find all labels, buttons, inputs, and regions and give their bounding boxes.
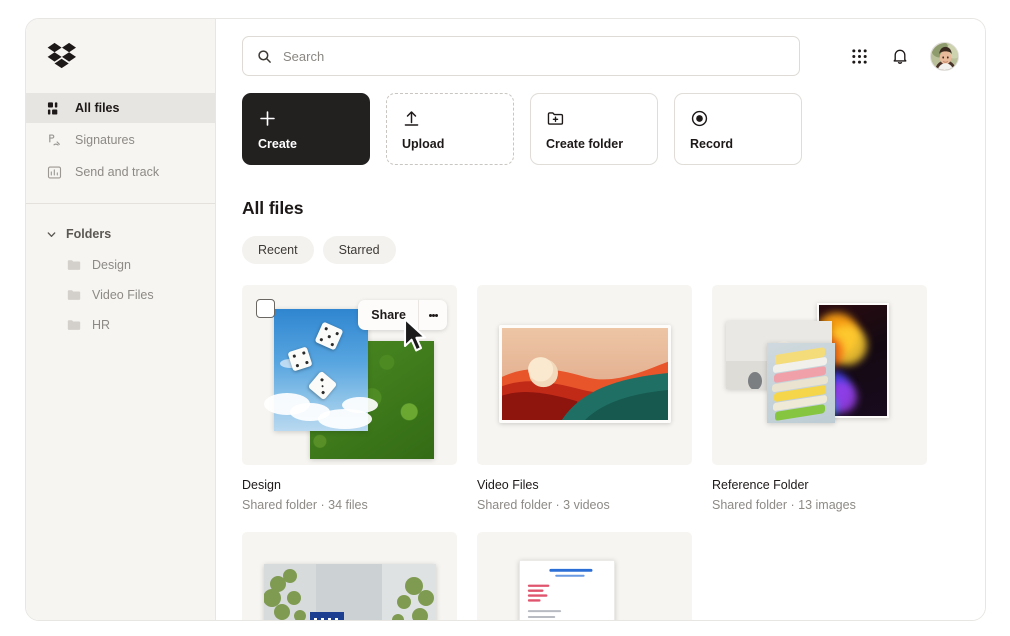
create-folder-button-label: Create folder: [546, 137, 624, 151]
files-grid: Share Design Shared folder · 34 files Vi…: [216, 264, 985, 620]
dropbox-logo-wrap[interactable]: [26, 19, 215, 93]
chevron-down-icon: [47, 231, 56, 237]
folder-card-video-files[interactable]: Video Files Shared folder · 3 videos: [477, 285, 692, 512]
sidebar-folder-hr[interactable]: HR: [26, 310, 215, 340]
search-icon: [258, 49, 271, 63]
avatar[interactable]: [930, 41, 959, 71]
sidebar-item-label: Send and track: [75, 164, 160, 179]
sidebar-divider: [26, 203, 215, 204]
chip-starred[interactable]: Starred: [322, 236, 396, 264]
sidebar-item-label: All files: [75, 100, 120, 115]
thumbnail-image-balcony: [264, 564, 436, 620]
top-bar: [216, 19, 985, 76]
sidebar: All files Signatures Send and track Fold…: [26, 19, 216, 620]
upload-arrow-icon: [402, 107, 498, 129]
card-title: Reference Folder: [712, 478, 809, 492]
dropbox-app-window: All files Signatures Send and track Fold…: [25, 18, 986, 621]
upload-button-label: Upload: [402, 137, 445, 151]
folder-card-design[interactable]: Share Design Shared folder · 34 files: [242, 285, 457, 512]
sidebar-folder-video-files[interactable]: Video Files: [26, 280, 215, 310]
create-button[interactable]: Create: [242, 93, 370, 165]
folder-thumbnail: Share: [242, 285, 457, 465]
thumbnail-image-layered-sandwich: [767, 343, 835, 423]
folder-icon: [67, 320, 81, 330]
all-files-icon: [47, 101, 62, 116]
search-bar[interactable]: [242, 36, 800, 76]
folder-card-row2-2[interactable]: [477, 532, 692, 620]
sidebar-folder-label: Design: [92, 258, 131, 272]
page-title: All files: [242, 198, 304, 218]
sidebar-item-all-files[interactable]: All files: [26, 93, 215, 123]
card-subtitle: Shared folder · 3 videos: [477, 498, 610, 512]
folder-card-reference-folder[interactable]: Reference Folder Shared folder · 13 imag…: [712, 285, 927, 512]
search-input[interactable]: [283, 48, 785, 64]
card-subtitle: Shared folder · 34 files: [242, 498, 368, 512]
main-content: Create Upload: [216, 19, 985, 620]
grid-apps-icon[interactable]: [848, 45, 870, 67]
sidebar-item-label: Signatures: [75, 132, 135, 147]
folder-icon: [67, 260, 81, 270]
filter-chips: Recent Starred: [216, 219, 985, 264]
upload-button[interactable]: Upload: [386, 93, 514, 165]
folder-plus-icon: [546, 107, 642, 129]
sidebar-folder-label: HR: [92, 318, 111, 332]
folder-card-row2-1[interactable]: [242, 532, 457, 620]
signature-icon: [47, 133, 62, 148]
create-folder-button[interactable]: Create folder: [530, 93, 658, 165]
thumbnail-image-document: [519, 560, 615, 620]
top-bar-actions: [848, 41, 963, 71]
sidebar-folder-list: Design Video Files HR: [26, 250, 215, 340]
bell-icon[interactable]: [889, 45, 911, 67]
chip-recent[interactable]: Recent: [242, 236, 314, 264]
kebab-menu-icon[interactable]: [419, 300, 447, 330]
folder-thumbnail: [712, 285, 927, 465]
card-title: Design: [242, 478, 281, 492]
share-menu-pill: Share: [358, 300, 447, 330]
send-and-track-icon: [47, 165, 62, 180]
folder-thumbnail: [242, 532, 457, 620]
card-subtitle: Shared folder · 13 images: [712, 498, 856, 512]
folder-thumbnail: [477, 285, 692, 465]
folders-section-label: Folders: [66, 227, 112, 241]
quick-actions: Create Upload Create folder Record: [216, 76, 985, 165]
thumbnail-image-abstract-landscape: [499, 325, 671, 423]
dropbox-logo-icon: [47, 42, 76, 69]
plus-icon: [258, 107, 354, 129]
sidebar-folder-design[interactable]: Design: [26, 250, 215, 280]
bell-glyph: [893, 49, 907, 64]
folders-section-toggle[interactable]: Folders: [26, 218, 215, 250]
record-dot-icon: [690, 107, 786, 129]
record-button-label: Record: [690, 137, 734, 151]
share-button[interactable]: Share: [358, 308, 418, 322]
folder-thumbnail: [477, 532, 692, 620]
record-button[interactable]: Record: [674, 93, 802, 165]
sidebar-folder-label: Video Files: [92, 288, 154, 302]
grid-apps-glyph: [851, 48, 867, 64]
folder-icon: [67, 290, 81, 300]
avatar-photo: [931, 42, 958, 70]
sidebar-item-send-and-track[interactable]: Send and track: [26, 157, 215, 187]
card-title: Video Files: [477, 478, 539, 492]
select-checkbox[interactable]: [256, 299, 275, 318]
sidebar-item-signatures[interactable]: Signatures: [26, 125, 215, 155]
create-button-label: Create: [258, 137, 297, 151]
thumbnail-image-dice-sky: [264, 309, 378, 431]
sidebar-nav: All files Signatures Send and track: [26, 93, 215, 187]
